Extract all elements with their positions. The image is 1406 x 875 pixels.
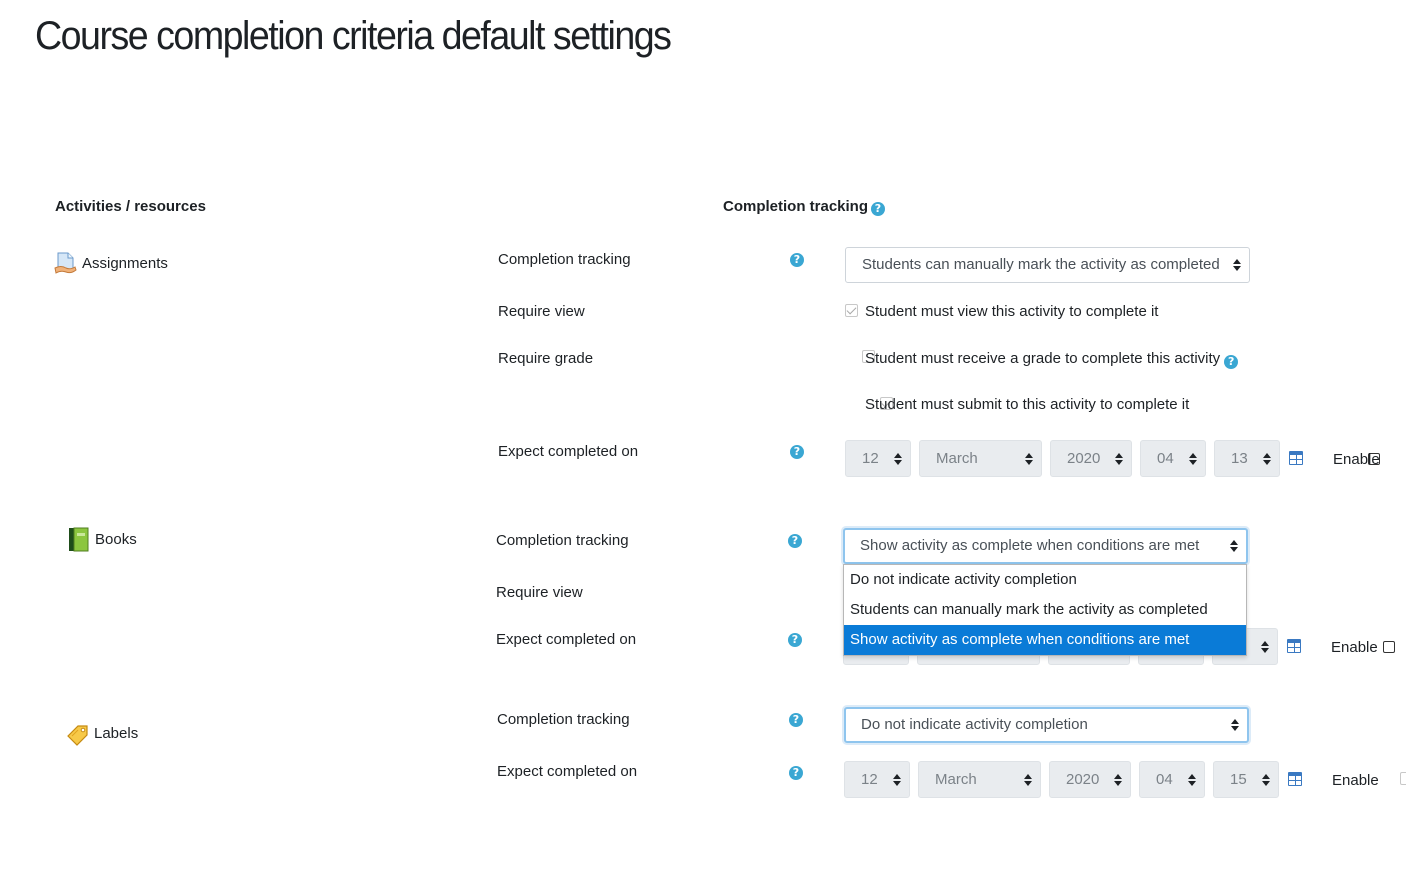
labels-enable-checkbox[interactable] [1400, 772, 1406, 785]
labels-expect-label: Expect completed on [497, 763, 638, 780]
assignments-require-view-text: Student must view this activity to compl… [865, 303, 1159, 320]
labels-enable-label: Enable [1332, 772, 1379, 789]
assignments-month-select[interactable]: March [919, 440, 1042, 477]
labels-hour-select[interactable]: 04 [1139, 761, 1205, 798]
hour-value: 04 [1157, 450, 1174, 467]
day-value: 12 [862, 450, 879, 467]
books-enable-label: Enable [1331, 639, 1378, 656]
assignments-require-submit-text: Student must submit to this activity to … [865, 396, 1190, 413]
assignments-require-grade-label: Require grade [498, 350, 594, 367]
dropdown-option[interactable]: Students can manually mark the activity … [844, 595, 1246, 625]
year-value: 2020 [1067, 450, 1101, 467]
labels-completion-select[interactable]: Do not indicate activity completion [844, 707, 1249, 743]
month-value: March [935, 771, 977, 788]
help-icon[interactable]: ? [788, 534, 802, 548]
help-icon[interactable]: ? [790, 445, 804, 459]
books-completion-dropdown[interactable]: Do not indicate activity completion Stud… [843, 564, 1247, 656]
assignments-completion-value: Students can manually mark the activity … [862, 256, 1220, 273]
help-icon[interactable]: ? [1224, 355, 1239, 369]
assignments-require-grade-row: Student must receive a grade to complete… [865, 350, 1239, 369]
dropdown-option[interactable]: Do not indicate activity completion [844, 565, 1246, 595]
help-icon[interactable]: ? [871, 202, 885, 216]
labels-label: Labels [94, 725, 139, 742]
books-tracking-label: Completion tracking [496, 532, 629, 549]
day-value: 12 [861, 771, 878, 788]
books-expect-label: Expect completed on [496, 631, 637, 648]
page-title: Course completion criteria default setti… [35, 14, 672, 58]
calendar-icon[interactable] [1287, 639, 1301, 653]
assignments-require-view-checkbox[interactable] [845, 304, 858, 317]
calendar-icon[interactable] [1288, 772, 1302, 786]
assignments-year-select[interactable]: 2020 [1050, 440, 1132, 477]
labels-day-select[interactable]: 12 [844, 761, 910, 798]
hour-value: 04 [1156, 771, 1173, 788]
label-tag-icon [65, 721, 91, 747]
assignments-label: Assignments [82, 255, 168, 272]
assignments-day-select[interactable]: 12 [845, 440, 911, 477]
book-icon [68, 527, 90, 552]
labels-minute-select[interactable]: 15 [1213, 761, 1279, 798]
books-completion-select[interactable]: Show activity as complete when condition… [843, 528, 1248, 564]
minute-value: 15 [1230, 771, 1247, 788]
assignments-enable-label: Enable [1333, 451, 1380, 468]
assignments-hour-select[interactable]: 04 [1140, 440, 1206, 477]
activities-column-header: Activities / resources [55, 198, 206, 215]
help-icon[interactable]: ? [788, 633, 802, 647]
help-icon[interactable]: ? [790, 253, 804, 267]
assignments-tracking-label: Completion tracking [498, 251, 631, 268]
books-label: Books [95, 531, 137, 548]
assignments-completion-select[interactable]: Students can manually mark the activity … [845, 247, 1250, 283]
assignments-require-view-label: Require view [498, 303, 585, 320]
assignments-require-grade-text: Student must receive a grade to complete… [865, 350, 1221, 367]
labels-month-select[interactable]: March [918, 761, 1041, 798]
labels-tracking-label: Completion tracking [497, 711, 630, 728]
completion-column-header: Completion tracking [723, 198, 869, 215]
labels-year-select[interactable]: 2020 [1049, 761, 1131, 798]
minute-value: 13 [1231, 450, 1248, 467]
books-require-view-label: Require view [496, 584, 583, 601]
books-completion-value: Show activity as complete when condition… [860, 537, 1200, 554]
help-icon[interactable]: ? [789, 766, 803, 780]
labels-completion-value: Do not indicate activity completion [861, 716, 1088, 733]
assignment-icon [53, 251, 78, 276]
calendar-icon[interactable] [1289, 451, 1303, 465]
books-enable-checkbox[interactable] [1382, 641, 1395, 653]
help-icon[interactable]: ? [789, 713, 803, 727]
year-value: 2020 [1066, 771, 1100, 788]
assignments-minute-select[interactable]: 13 [1214, 440, 1280, 477]
month-value: March [936, 450, 978, 467]
assignments-expect-label: Expect completed on [498, 443, 639, 460]
dropdown-option-selected[interactable]: Show activity as complete when condition… [844, 625, 1246, 655]
